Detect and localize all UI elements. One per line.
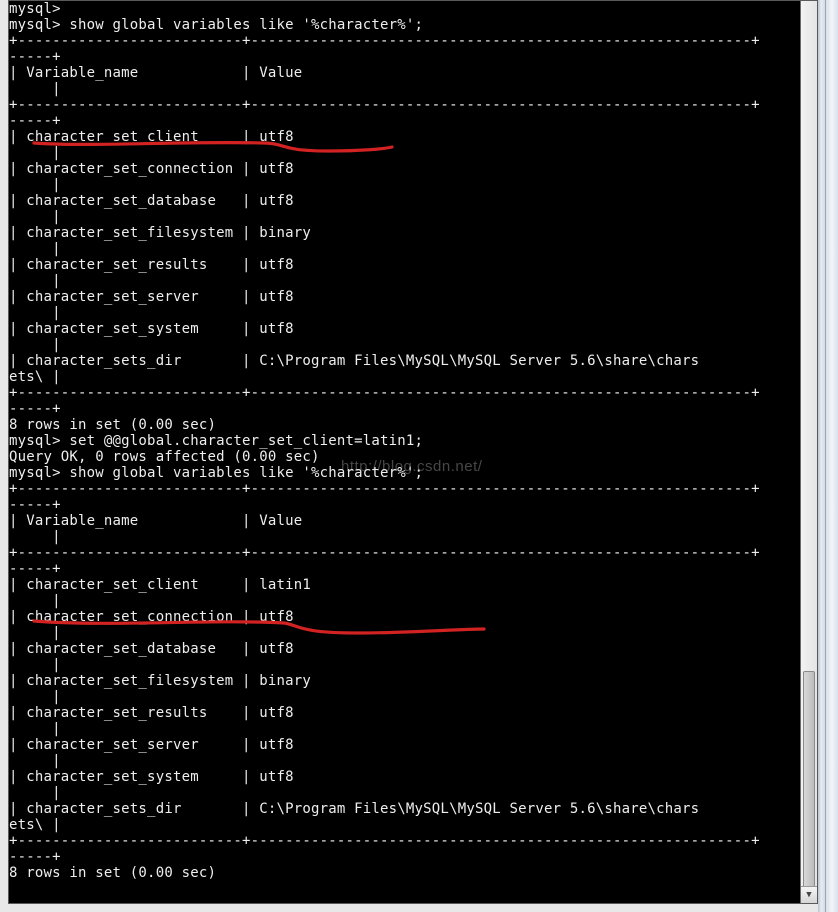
terminal-line: |	[9, 145, 817, 161]
terminal-line: | character_sets_dir | C:\Program Files\…	[9, 353, 817, 369]
terminal-line: ets\ |	[9, 369, 817, 385]
terminal-line: -----+	[9, 561, 817, 577]
terminal-line: -----+	[9, 497, 817, 513]
terminal-line: mysql> set @@global.character_set_client…	[9, 433, 817, 449]
terminal-line: |	[9, 177, 817, 193]
terminal-line: |	[9, 81, 817, 97]
terminal-line: 8 rows in set (0.00 sec)	[9, 865, 817, 881]
terminal-line: | character_set_client | latin1	[9, 577, 817, 593]
terminal-line: |	[9, 689, 817, 705]
terminal-line: | Variable_name | Value	[9, 65, 817, 81]
terminal-line: Query OK, 0 rows affected (0.00 sec)	[9, 449, 817, 465]
terminal-line: | character_set_database | utf8	[9, 641, 817, 657]
terminal-line: mysql> show global variables like '%char…	[9, 465, 817, 481]
terminal-line: |	[9, 305, 817, 321]
terminal-line: mysql> show global variables like '%char…	[9, 17, 817, 33]
terminal-line: |	[9, 593, 817, 609]
terminal-line: |	[9, 529, 817, 545]
terminal-line: |	[9, 625, 817, 641]
terminal-line: | character_sets_dir | C:\Program Files\…	[9, 801, 817, 817]
scrollbar-thumb[interactable]	[803, 671, 815, 893]
terminal-line: ets\ |	[9, 817, 817, 833]
terminal-line: |	[9, 721, 817, 737]
terminal-line: | character_set_filesystem | binary	[9, 225, 817, 241]
terminal-line: +--------------------------+------------…	[9, 33, 817, 49]
window-right-border	[818, 0, 838, 912]
terminal-line: +--------------------------+------------…	[9, 545, 817, 561]
terminal-line: | character_set_system | utf8	[9, 769, 817, 785]
terminal-line: |	[9, 337, 817, 353]
terminal-line: -----+	[9, 849, 817, 865]
terminal-output[interactable]: mysql>mysql> show global variables like …	[9, 1, 817, 881]
terminal-line: |	[9, 241, 817, 257]
terminal-window[interactable]: mysql>mysql> show global variables like …	[8, 0, 818, 904]
terminal-line: | character_set_server | utf8	[9, 737, 817, 753]
terminal-line: |	[9, 785, 817, 801]
terminal-line: +--------------------------+------------…	[9, 97, 817, 113]
terminal-line: 8 rows in set (0.00 sec)	[9, 417, 817, 433]
terminal-line: | character_set_results | utf8	[9, 257, 817, 273]
terminal-line: |	[9, 209, 817, 225]
terminal-line: | character_set_database | utf8	[9, 193, 817, 209]
terminal-line: | character_set_client | utf8	[9, 129, 817, 145]
terminal-line: | character_set_results | utf8	[9, 705, 817, 721]
terminal-line: +--------------------------+------------…	[9, 833, 817, 849]
terminal-line: | character_set_connection | utf8	[9, 609, 817, 625]
terminal-line: -----+	[9, 113, 817, 129]
terminal-line: | Variable_name | Value	[9, 513, 817, 529]
terminal-line: | character_set_connection | utf8	[9, 161, 817, 177]
vertical-scrollbar[interactable]: ▼	[800, 1, 817, 903]
scrollbar-down-arrow-icon[interactable]: ▼	[801, 886, 817, 903]
terminal-line: |	[9, 753, 817, 769]
terminal-line: mysql>	[9, 1, 817, 17]
terminal-line: +--------------------------+------------…	[9, 481, 817, 497]
terminal-line: | character_set_filesystem | binary	[9, 673, 817, 689]
terminal-line: -----+	[9, 401, 817, 417]
terminal-line: +--------------------------+------------…	[9, 385, 817, 401]
terminal-line: -----+	[9, 49, 817, 65]
terminal-line: |	[9, 273, 817, 289]
terminal-line: | character_set_server | utf8	[9, 289, 817, 305]
terminal-line: | character_set_system | utf8	[9, 321, 817, 337]
terminal-line: |	[9, 657, 817, 673]
